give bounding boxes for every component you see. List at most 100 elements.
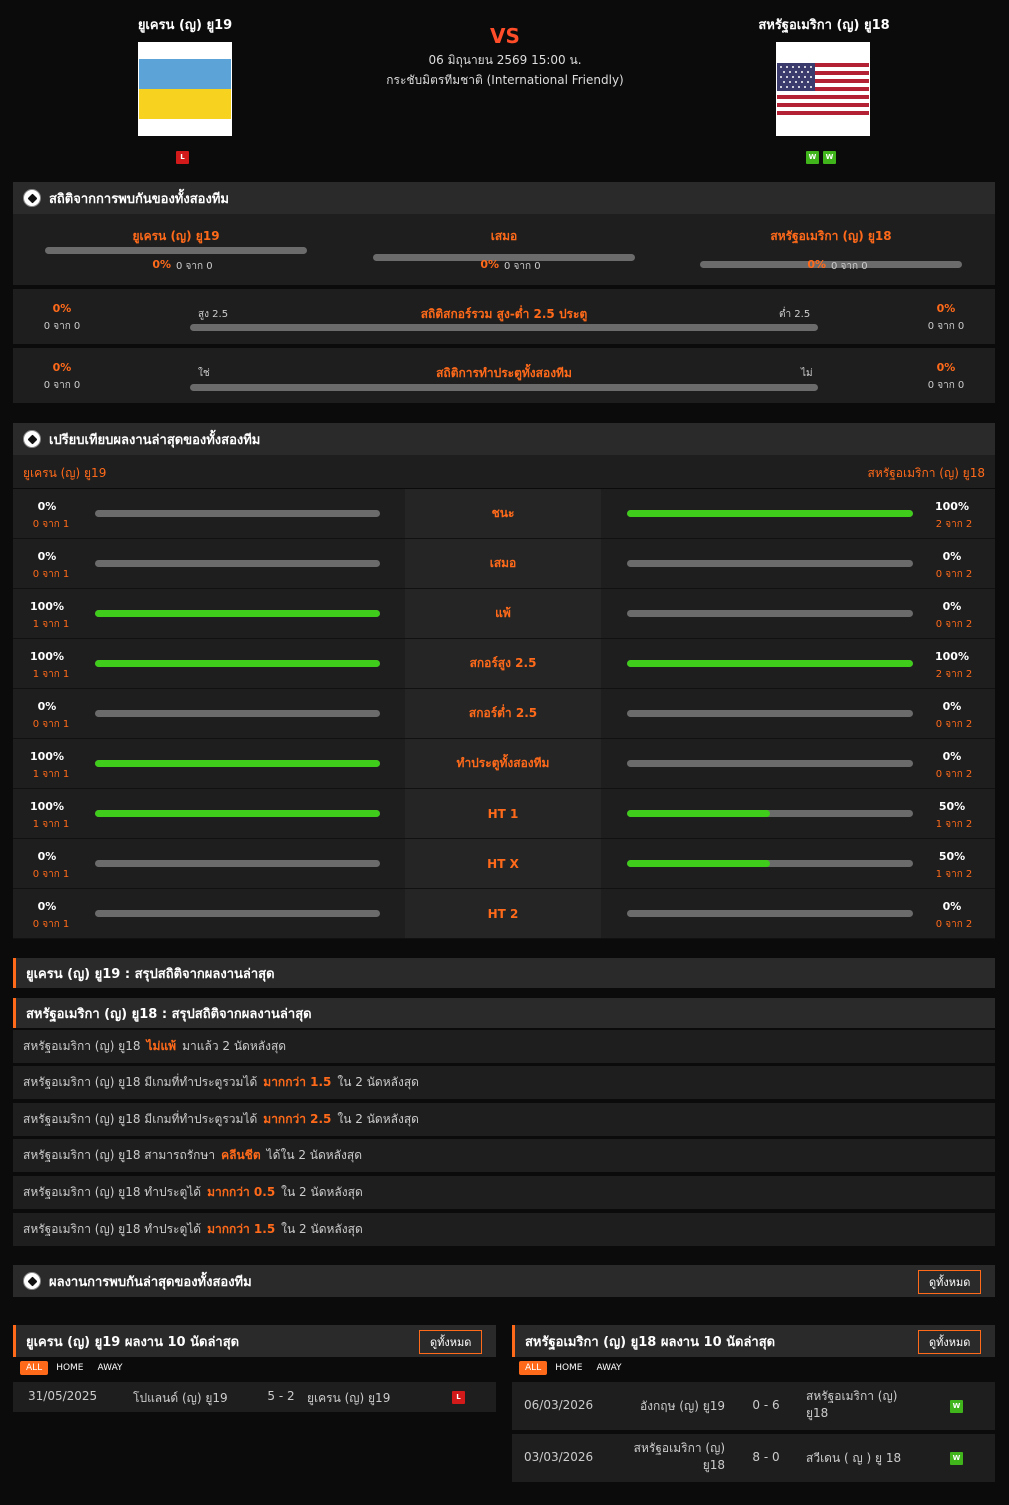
summary-row: สหรัฐอเมริกา (ญ) ยู18 มีเกมที่ทำประตูรวม…	[13, 1066, 995, 1099]
tab-home[interactable]: HOME	[549, 1361, 588, 1375]
compare-stat-label: แพ้	[405, 589, 601, 639]
compare-away-pct: 0%	[942, 550, 962, 563]
match-row[interactable]: 06/03/2026 อังกฤษ (ญ) ยู19 0 - 6 สหรัฐอเมริ…	[512, 1382, 995, 1430]
match-competition: กระชับมิตรทีมชาติ (International Friendl…	[386, 73, 624, 87]
compare-stat-label: เสมอ	[405, 539, 601, 589]
summary-row-suffix: ใน 2 นัดหลังสุด	[337, 1075, 419, 1089]
compare-row: 0% 0 จาก 1 HT X 50% 1 จาก 2	[13, 839, 995, 889]
soccer-ball-icon	[23, 1272, 41, 1290]
compare-home-bar-fill	[95, 810, 380, 817]
compare-stat-label: สกอร์สูง 2.5	[405, 639, 601, 689]
away-last10-view-all-button[interactable]: ดูทั้งหมด	[918, 1330, 982, 1354]
home-summary-header: ยูเครน (ญ) ยู19 : สรุปสถิติจากผลงานล่าสุ…	[13, 958, 995, 988]
h2h-draw-label: เสมอ	[490, 229, 518, 243]
match-home-team[interactable]: สหรัฐอเมริกา (ญ) ยู18	[612, 1440, 725, 1474]
compare-away-pct: 0%	[942, 700, 962, 713]
tab-all[interactable]: ALL	[20, 1361, 49, 1375]
summary-row-suffix: ใน 2 นัดหลังสุด	[281, 1185, 363, 1199]
compare-away-sub: 2 จาก 2	[935, 519, 973, 530]
h2h-ou-panel: 0% 0 จาก 0 สูง 2.5 สถิติสกอร์รวม สูง-ต่ำ…	[13, 289, 995, 344]
home-last10-title: ยูเครน (ญ) ยู19 ผลงาน 10 นัดล่าสุด	[26, 1334, 240, 1350]
away-summary-header: สหรัฐอเมริกา (ญ) ยู18 : สรุปสถิติจากผลงา…	[13, 998, 995, 1028]
btts-left-pct: 0%	[52, 361, 72, 374]
match-date: 31/05/2025	[28, 1389, 98, 1403]
soccer-ball-icon	[23, 430, 41, 448]
compare-home-sub: 1 จาก 1	[32, 669, 70, 680]
compare-away-bar-fill	[627, 660, 913, 667]
compare-away-sub: 0 จาก 2	[935, 719, 973, 730]
compare-home-bar	[95, 860, 380, 867]
compare-title: เปรียบเทียบผลงานล่าสุดของทั้งสองทีม	[49, 432, 261, 448]
btts-right-pct: 0%	[936, 361, 956, 374]
compare-away-pct: 0%	[942, 750, 962, 763]
soccer-ball-icon	[23, 189, 41, 207]
ou-left-pct: 0%	[52, 302, 72, 315]
compare-away-pct: 50%	[938, 850, 966, 863]
compare-home-bar	[95, 560, 380, 567]
compare-stat-label: HT X	[405, 839, 601, 889]
compare-away-cell: 0% 0 จาก 2	[601, 689, 995, 739]
compare-away-bar	[627, 860, 913, 867]
compare-away-bar	[627, 610, 913, 617]
compare-home-name[interactable]: ยูเครน (ญ) ยู19	[23, 464, 106, 483]
summary-row-highlight: มากกว่า 1.5	[207, 1222, 276, 1236]
match-result-badge: W	[950, 1400, 963, 1413]
btts-left-sub: 0 จาก 0	[43, 380, 81, 391]
compare-home-pct: 100%	[30, 800, 64, 813]
away-last10-title: สหรัฐอเมริกา (ญ) ยู18 ผลงาน 10 นัดล่าสุด	[525, 1334, 776, 1350]
summary-row-text: สหรัฐอเมริกา (ญ) ยู18 ทำประตูได้	[23, 1222, 202, 1236]
compare-team-row: ยูเครน (ญ) ยู19 สหรัฐอเมริกา (ญ) ยู18	[13, 455, 995, 488]
h2h-away-pct: 0%	[807, 258, 826, 271]
summary-row-highlight: มากกว่า 2.5	[263, 1112, 332, 1126]
away-team-name[interactable]: สหรัฐอเมริกา (ญ) ยู18	[724, 14, 924, 35]
compare-home-sub: 1 จาก 1	[32, 619, 70, 630]
compare-home-pct: 100%	[30, 650, 64, 663]
compare-away-cell: 0% 0 จาก 2	[601, 739, 995, 789]
compare-row: 100% 1 จาก 1 HT 1 50% 1 จาก 2	[13, 789, 995, 839]
compare-away-cell: 0% 0 จาก 2	[601, 589, 995, 639]
compare-header: เปรียบเทียบผลงานล่าสุดของทั้งสองทีม	[13, 423, 995, 455]
vs-label: VS	[490, 24, 520, 48]
compare-home-bar	[95, 810, 380, 817]
match-date: 06/03/2026	[524, 1398, 594, 1412]
tab-away[interactable]: AWAY	[92, 1361, 129, 1375]
tab-home[interactable]: HOME	[50, 1361, 89, 1375]
compare-away-sub: 1 จาก 2	[935, 819, 973, 830]
match-row[interactable]: 31/05/2025 โปแลนด์ (ญ) ยู19 5 - 2 ยูเครน (ญ…	[13, 1382, 496, 1412]
match-away-team[interactable]: สวีเดน ( ญ ) ยู 18	[806, 1450, 916, 1467]
match-home-team[interactable]: อังกฤษ (ญ) ยู19	[612, 1398, 725, 1415]
compare-away-bar	[627, 710, 913, 717]
compare-away-cell: 50% 1 จาก 2	[601, 789, 995, 839]
compare-away-sub: 0 จาก 2	[935, 919, 973, 930]
summary-row-highlight: มากกว่า 1.5	[263, 1075, 332, 1089]
summary-row-suffix: ใน 2 นัดหลังสุด	[281, 1222, 363, 1236]
summary-row-highlight: ไม่แพ้	[146, 1039, 177, 1053]
btts-title: สถิติการทำประตูทั้งสองทีม	[436, 366, 572, 380]
h2h-away-sub: 0 จาก 0	[831, 261, 868, 272]
recent-h2h-view-all-button[interactable]: ดูทั้งหมด	[918, 1270, 982, 1294]
home-team-name[interactable]: ยูเครน (ญ) ยู19	[85, 14, 285, 35]
match-away-team[interactable]: ยูเครน (ญ) ยู19	[307, 1389, 390, 1408]
h2h-btts-panel: 0% 0 จาก 0 ใช่ สถิติการทำประตูทั้งสองทีม…	[13, 348, 995, 403]
match-row[interactable]: 03/03/2026 สหรัฐอเมริกา (ญ) ยู18 8 - 0 สวีเ…	[512, 1434, 995, 1482]
h2h-home-sub: 0 จาก 0	[176, 261, 213, 272]
compare-away-cell: 100% 2 จาก 2	[601, 639, 995, 689]
h2h-away-label: สหรัฐอเมริกา (ญ) ยู18	[770, 229, 892, 243]
compare-away-sub: 1 จาก 2	[935, 869, 973, 880]
compare-stat-label: ทำประตูทั้งสองทีม	[405, 739, 601, 789]
match-home-team[interactable]: โปแลนด์ (ญ) ยู19	[133, 1389, 228, 1408]
tab-away[interactable]: AWAY	[591, 1361, 628, 1375]
compare-away-bar-fill	[627, 810, 770, 817]
match-away-team[interactable]: สหรัฐอเมริกา (ญ) ยู18	[806, 1388, 916, 1422]
compare-away-name[interactable]: สหรัฐอเมริกา (ญ) ยู18	[868, 464, 986, 483]
compare-row: 100% 1 จาก 1 ทำประตูทั้งสองทีม 0% 0 จาก 2	[13, 739, 995, 789]
ou-left-sub: 0 จาก 0	[43, 321, 81, 332]
ou-bar	[190, 324, 818, 331]
compare-away-pct: 100%	[935, 650, 969, 663]
home-last10-view-all-button[interactable]: ดูทั้งหมด	[419, 1330, 483, 1354]
summary-row: สหรัฐอเมริกา (ญ) ยู18 ทำประตูได้ มากกว่า …	[13, 1213, 995, 1246]
compare-row: 0% 0 จาก 1 เสมอ 0% 0 จาก 2	[13, 539, 995, 589]
away-form-badge: W	[806, 151, 819, 164]
tab-all[interactable]: ALL	[519, 1361, 548, 1375]
compare-away-bar	[627, 510, 913, 517]
